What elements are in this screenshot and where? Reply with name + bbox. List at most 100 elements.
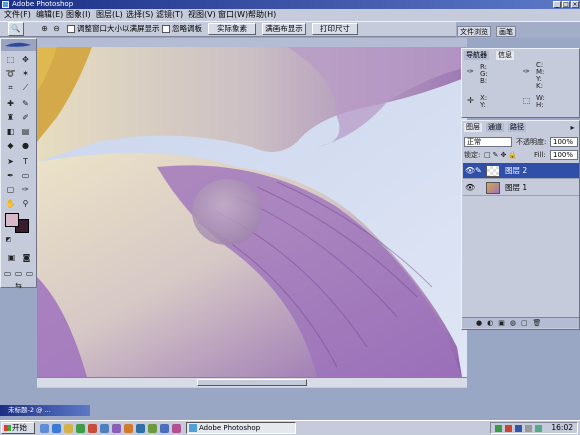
panel-menu-icon[interactable]: ▸ bbox=[566, 121, 579, 134]
fill-label: Fill: bbox=[534, 151, 546, 159]
start-label: 开始 bbox=[12, 423, 27, 432]
marquee-tool-icon[interactable]: ⬚ bbox=[4, 53, 17, 66]
gradient-tool-icon[interactable]: ▤ bbox=[19, 125, 32, 138]
ie-icon[interactable] bbox=[52, 424, 61, 433]
palette-well: 文件浏览 画笔 bbox=[456, 22, 580, 38]
options-bar: 🔍 ⊕ ⊖ 调整窗口大小以满屏显示 忽略调板 实际象素 满画布显示 打印尺寸 文… bbox=[0, 21, 580, 38]
menu-image[interactable]: 图象(I) bbox=[64, 9, 93, 21]
history-brush-tool-icon[interactable]: ✐ bbox=[19, 111, 32, 124]
layers-footer: ●◐▣◍▢🗑 bbox=[462, 317, 579, 328]
visibility-eye-icon[interactable]: 👁 bbox=[465, 167, 475, 175]
crop-tool-icon[interactable]: ⌗ bbox=[4, 81, 17, 94]
slice-tool-icon[interactable]: ⟋ bbox=[19, 81, 32, 94]
lasso-tool-icon[interactable]: ➰ bbox=[4, 67, 17, 80]
close-icon[interactable]: × bbox=[571, 1, 579, 8]
dodge-tool-icon[interactable]: ● bbox=[19, 139, 32, 152]
brushes-tab[interactable]: 画笔 bbox=[496, 26, 516, 37]
taskbar-clock: 16:02 bbox=[551, 423, 573, 432]
lock-icons[interactable]: □✎✥🔒 bbox=[484, 151, 519, 159]
brush-tool-icon[interactable]: ✎ bbox=[19, 97, 32, 110]
menu-layer[interactable]: 图层(L) bbox=[94, 9, 125, 21]
pen-tool-icon[interactable]: ✒ bbox=[4, 169, 17, 182]
app-icon[interactable] bbox=[172, 424, 181, 433]
menu-view[interactable]: 视图(V) bbox=[186, 9, 218, 21]
tab-layers[interactable]: 图层 bbox=[464, 123, 482, 132]
mail-icon[interactable] bbox=[100, 424, 109, 433]
move-tool-icon[interactable]: ✥ bbox=[19, 53, 32, 66]
taskbar-photoshop-button[interactable]: Adobe Photoshop bbox=[186, 422, 296, 434]
app-icon[interactable] bbox=[88, 424, 97, 433]
layer-row-2[interactable]: 👁 ✎ 图层 2 bbox=[463, 163, 579, 179]
file-browser-tab[interactable]: 文件浏览 bbox=[457, 26, 491, 37]
app-icon[interactable] bbox=[136, 424, 145, 433]
zoom-tool-icon[interactable]: ⚲ bbox=[19, 197, 32, 210]
layer-row-1[interactable]: 👁 图层 1 bbox=[463, 180, 579, 196]
blend-mode-select[interactable]: 正常 bbox=[464, 137, 512, 147]
notes-tool-icon[interactable]: ▢ bbox=[4, 183, 17, 196]
app-icon[interactable] bbox=[148, 424, 157, 433]
eyedropper-tool-icon[interactable]: ✑ bbox=[19, 183, 32, 196]
menu-help[interactable]: 帮助(H) bbox=[246, 9, 278, 21]
actual-pixels-button[interactable]: 实际象素 bbox=[208, 23, 256, 35]
layer-name[interactable]: 图层 1 bbox=[505, 183, 527, 193]
menu-select[interactable]: 选择(S) bbox=[124, 9, 155, 21]
minimize-icon[interactable]: _ bbox=[553, 1, 561, 8]
jump-to-imageready-icon[interactable]: ⇆ bbox=[12, 279, 25, 292]
horizontal-scrollbar[interactable] bbox=[37, 377, 467, 387]
healing-brush-tool-icon[interactable]: ✚ bbox=[4, 97, 17, 110]
standard-mode-icon[interactable]: ▣ bbox=[5, 251, 18, 264]
magic-wand-tool-icon[interactable]: ✶ bbox=[19, 67, 32, 80]
desktop-icon[interactable] bbox=[40, 424, 49, 433]
default-colors-icon[interactable]: ◩ bbox=[4, 235, 13, 244]
network-icon[interactable] bbox=[535, 425, 542, 432]
zoom-tool-preset-button[interactable]: 🔍 bbox=[8, 22, 24, 36]
media-icon[interactable] bbox=[76, 424, 85, 433]
tab-info[interactable]: 信息 bbox=[496, 51, 514, 60]
folder-icon[interactable] bbox=[64, 424, 73, 433]
photoshop-app-icon bbox=[2, 1, 9, 8]
hand-tool-icon[interactable]: ✋ bbox=[4, 197, 17, 210]
blur-tool-icon[interactable]: ◆ bbox=[4, 139, 17, 152]
layer-action-icons[interactable]: ●◐▣◍▢🗑 bbox=[476, 319, 546, 327]
type-tool-icon[interactable]: T bbox=[19, 155, 32, 168]
tab-paths[interactable]: 路径 bbox=[508, 123, 526, 132]
eraser-tool-icon[interactable]: ◧ bbox=[4, 125, 17, 138]
full-screen-mode-icon[interactable]: ▭ bbox=[24, 267, 35, 280]
app-icon[interactable] bbox=[160, 424, 169, 433]
app-icon[interactable] bbox=[112, 424, 121, 433]
toolbox: ⬚ ✥ ➰ ✶ ⌗ ⟋ ✚ ✎ ♜ ✐ ◧ ▤ ◆ ● ➤ T ✒ ▭ ▢ ✑ … bbox=[0, 38, 37, 290]
tray-icon[interactable] bbox=[505, 425, 512, 432]
volume-icon[interactable] bbox=[525, 425, 532, 432]
layers-panel: 图层 通道 路径 ▸ 正常 不透明度: 100% 锁定: □✎✥🔒 Fill: … bbox=[461, 120, 580, 330]
zoom-out-icon[interactable]: ⊖ bbox=[50, 22, 63, 35]
layer-name[interactable]: 图层 2 bbox=[505, 166, 527, 176]
app-icon[interactable] bbox=[124, 424, 133, 433]
foreground-color-swatch[interactable] bbox=[5, 213, 19, 227]
menu-file[interactable]: 文件(F) bbox=[2, 9, 33, 21]
scrollbar-thumb[interactable] bbox=[197, 379, 307, 386]
tray-icon[interactable] bbox=[495, 425, 502, 432]
info-k-label: K: bbox=[536, 82, 543, 90]
image-canvas[interactable] bbox=[37, 47, 467, 377]
visibility-eye-icon[interactable]: 👁 bbox=[465, 184, 475, 192]
document-title-bar bbox=[37, 38, 467, 47]
maximize-icon[interactable]: □ bbox=[562, 1, 570, 8]
eyedropper-rgb-icon: ✑ bbox=[467, 67, 474, 76]
tab-channels[interactable]: 通道 bbox=[486, 123, 504, 132]
print-size-button[interactable]: 打印尺寸 bbox=[312, 23, 358, 35]
path-selection-tool-icon[interactable]: ➤ bbox=[4, 155, 17, 168]
fit-on-screen-button[interactable]: 满画布显示 bbox=[262, 23, 306, 35]
shape-tool-icon[interactable]: ▭ bbox=[19, 169, 32, 182]
ignore-palettes-checkbox[interactable] bbox=[162, 25, 170, 33]
menu-filter[interactable]: 滤镜(T) bbox=[154, 9, 185, 21]
fill-input[interactable]: 100% bbox=[550, 150, 578, 160]
tray-icon[interactable] bbox=[515, 425, 522, 432]
clone-stamp-tool-icon[interactable]: ♜ bbox=[4, 111, 17, 124]
tab-navigator[interactable]: 导航器 bbox=[464, 51, 489, 60]
opacity-input[interactable]: 100% bbox=[550, 137, 578, 147]
quick-mask-mode-icon[interactable]: ◙ bbox=[20, 251, 33, 264]
menu-edit[interactable]: 编辑(E) bbox=[34, 9, 65, 21]
minimized-document[interactable]: 未标题-2 @ ... bbox=[0, 405, 90, 416]
start-button[interactable]: 开始 bbox=[1, 422, 35, 434]
resize-windows-checkbox[interactable] bbox=[67, 25, 75, 33]
